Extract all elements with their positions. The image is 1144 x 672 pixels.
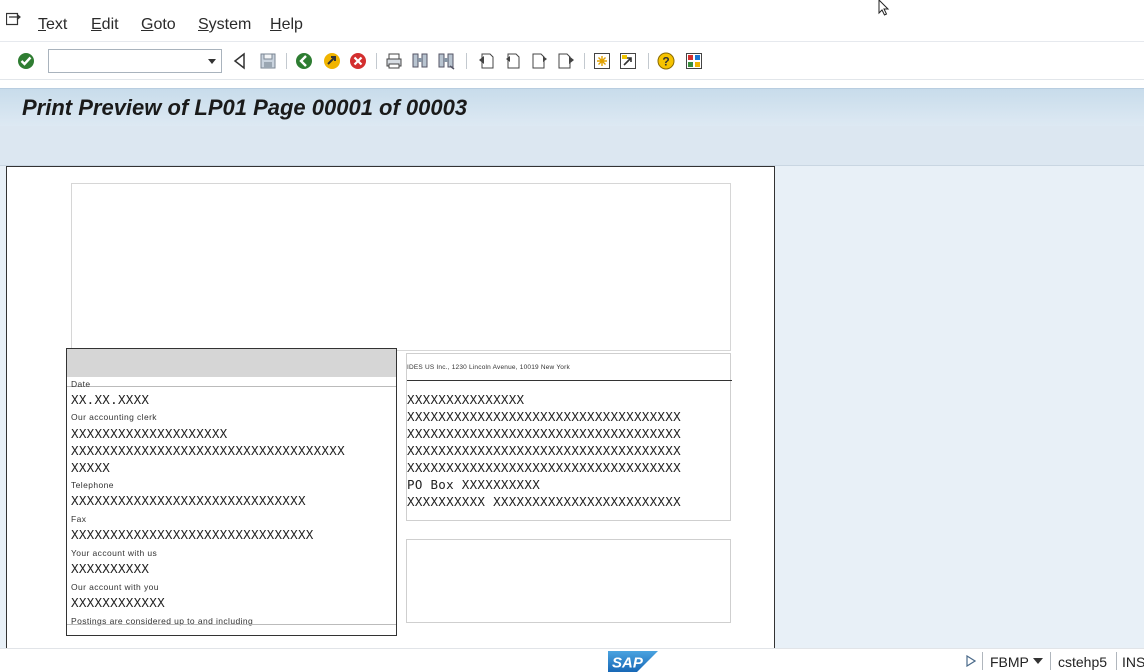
first-page-icon[interactable] — [476, 51, 496, 71]
cancel-red-icon[interactable] — [348, 51, 368, 71]
find-icon[interactable] — [410, 51, 430, 71]
chevron-down-icon[interactable] — [207, 56, 217, 66]
insert-mode[interactable]: INS — [1122, 654, 1144, 670]
info-block: Date XX.XX.XXXX Our accounting clerk XXX… — [66, 348, 397, 636]
find-next-icon[interactable] — [436, 51, 456, 71]
clerk-value: XXXXX — [71, 460, 111, 475]
address-line: XXXXXXXXXXXXXXXXXXXXXXXXXXXXXXXXXXX — [407, 409, 681, 424]
our-account-label: Our account with you — [71, 582, 159, 592]
enter-checkmark-icon[interactable] — [16, 51, 36, 71]
address-line: XXXXXXXXXX XXXXXXXXXXXXXXXXXXXXXXXX — [407, 494, 681, 509]
sender-line: IDES US Inc., 1230 Lincoln Avenue, 10019… — [407, 364, 570, 371]
letterhead-box — [71, 183, 731, 351]
application-toolbar — [0, 126, 1144, 166]
address-line: XXXXXXXXXXXXXXXXXXXXXXXXXXXXXXXXXXX — [407, 426, 681, 441]
our-account-value: XXXXXXXXXXXX — [71, 595, 165, 610]
help-icon[interactable]: ? — [656, 51, 676, 71]
telephone-label: Telephone — [71, 480, 114, 490]
menu-bar: Text Edit Goto System Help — [0, 0, 1144, 42]
page-title: Print Preview of LP01 Page 00001 of 0000… — [22, 95, 468, 120]
chevron-down-icon[interactable] — [1033, 657, 1043, 665]
mouse-cursor-icon — [878, 0, 890, 16]
telephone-value: XXXXXXXXXXXXXXXXXXXXXXXXXXXXXX — [71, 493, 306, 508]
new-session-icon[interactable] — [592, 51, 612, 71]
your-account-value: XXXXXXXXXX — [71, 561, 150, 576]
fax-value: XXXXXXXXXXXXXXXXXXXXXXXXXXXXXXX — [71, 527, 314, 542]
clerk-value: XXXXXXXXXXXXXXXXXXXXXXXXXXXXXXXXXXX — [71, 443, 345, 458]
transaction-code[interactable]: FBMP — [990, 654, 1029, 670]
menu-system[interactable]: System — [198, 16, 251, 34]
date-label: Date — [71, 379, 91, 389]
reference-box — [406, 539, 731, 623]
menu-help[interactable]: Help — [270, 16, 303, 34]
clerk-label: Our accounting clerk — [71, 412, 157, 422]
save-icon[interactable] — [258, 51, 278, 71]
create-shortcut-icon[interactable] — [618, 51, 638, 71]
back-green-icon[interactable] — [294, 51, 314, 71]
menu-edit[interactable]: Edit — [91, 16, 119, 34]
status-expand-icon[interactable] — [966, 655, 976, 667]
customize-layout-icon[interactable] — [684, 51, 704, 71]
sap-logo-text: SAP — [612, 655, 644, 672]
address-line: XXXXXXXXXXXXXXXXXXXXXXXXXXXXXXXXXXX — [407, 460, 681, 475]
address-window: IDES US Inc., 1230 Lincoln Avenue, 10019… — [406, 353, 732, 521]
last-page-icon[interactable] — [556, 51, 576, 71]
address-line: XXXXXXXXXXXXXXX — [407, 392, 525, 407]
server-name: cstehp5 — [1058, 654, 1108, 670]
status-bar: SAP FBMP cstehp5 INS — [0, 648, 1144, 672]
next-page-icon[interactable] — [530, 51, 550, 71]
date-value: XX.XX.XXXX — [71, 392, 150, 407]
previous-page-icon[interactable] — [502, 51, 522, 71]
back-triangle-icon[interactable] — [230, 51, 250, 71]
clerk-value: XXXXXXXXXXXXXXXXXXXX — [71, 426, 228, 441]
print-preview-page[interactable]: IDES US Inc., 1230 Lincoln Avenue, 10019… — [6, 166, 775, 648]
toolbar: ? — [0, 42, 1144, 80]
exit-yellow-icon[interactable] — [322, 51, 342, 71]
menu-text[interactable]: Text — [38, 16, 67, 34]
menu-icon[interactable] — [6, 12, 22, 26]
menu-goto[interactable]: Goto — [141, 16, 176, 34]
print-icon[interactable] — [384, 51, 404, 71]
svg-text:?: ? — [662, 55, 669, 69]
title-bar: Print Preview of LP01 Page 00001 of 0000… — [0, 88, 1144, 126]
address-line: XXXXXXXXXXXXXXXXXXXXXXXXXXXXXXXXXXX — [407, 443, 681, 458]
address-line: PO Box XXXXXXXXXX — [407, 477, 541, 492]
sap-logo: SAP — [608, 651, 658, 672]
your-account-label: Your account with us — [71, 548, 158, 558]
info-block-header — [67, 349, 396, 377]
fax-label: Fax — [71, 514, 87, 524]
command-field[interactable] — [48, 49, 222, 73]
